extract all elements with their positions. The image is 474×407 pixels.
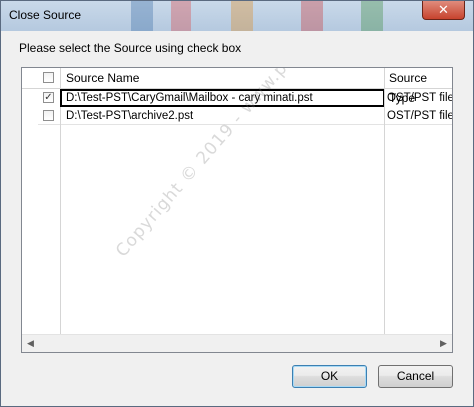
source-type-cell: OST/PST file... — [387, 92, 452, 104]
window-close-button[interactable]: ✕ — [422, 1, 465, 20]
scroll-right-icon[interactable]: ▶ — [435, 335, 452, 351]
scroll-left-icon[interactable]: ◀ — [22, 335, 39, 351]
list-header: Source Name Source Type — [22, 68, 452, 105]
title-bar[interactable]: Close Source ✕ — [1, 1, 473, 31]
cancel-button[interactable]: Cancel — [378, 365, 453, 388]
horizontal-scrollbar[interactable]: ◀ ▶ — [22, 334, 452, 352]
column-gridline — [384, 124, 385, 336]
instruction-label: Please select the Source using check box — [19, 41, 242, 55]
row-checkbox[interactable]: ✓ — [43, 92, 54, 103]
column-header-source-name[interactable]: Source Name — [66, 68, 376, 88]
source-list[interactable]: Source Name Source Type ✓ D:\Test-PST\Ca… — [21, 67, 453, 353]
source-name-cell: D:\Test-PST\CaryGmail\Mailbox - cary min… — [60, 89, 385, 107]
table-row[interactable]: ✓ D:\Test-PST\CaryGmail\Mailbox - cary m… — [22, 89, 452, 107]
cell-separator — [384, 89, 385, 107]
background-app-strip — [361, 1, 383, 31]
column-header-source-type[interactable]: Source Type — [389, 68, 452, 105]
cell-separator — [384, 107, 385, 125]
source-name-cell: D:\Test-PST\archive2.pst — [66, 110, 194, 122]
background-app-strip — [231, 1, 253, 31]
ok-button[interactable]: OK — [292, 365, 367, 388]
background-app-strip — [301, 1, 323, 31]
column-gridline — [60, 124, 61, 336]
background-app-strip — [131, 1, 153, 31]
window-title: Close Source — [9, 8, 82, 22]
source-type-cell: OST/PST file... — [387, 110, 452, 122]
background-app-strip — [171, 1, 191, 31]
header-separator — [60, 68, 61, 88]
cell-separator — [60, 107, 61, 125]
checkmark-icon: ✓ — [44, 92, 53, 103]
table-row[interactable]: D:\Test-PST\archive2.pst OST/PST file... — [22, 107, 452, 125]
row-gridline — [38, 124, 452, 125]
row-checkbox[interactable] — [43, 110, 54, 121]
header-separator[interactable] — [384, 68, 385, 88]
select-all-checkbox[interactable] — [43, 72, 54, 83]
dialog-body: Please select the Source using check box… — [7, 31, 467, 401]
close-icon: ✕ — [438, 2, 449, 17]
close-source-dialog: Close Source ✕ Please select the Source … — [0, 0, 474, 407]
